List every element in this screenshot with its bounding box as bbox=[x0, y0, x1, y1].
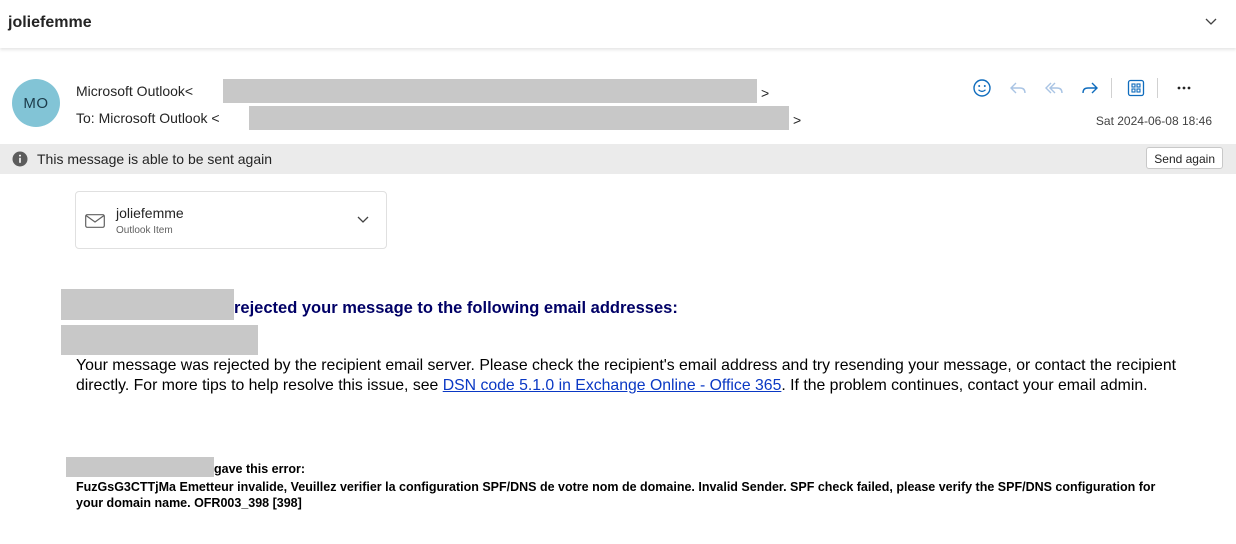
rejection-explanation: Your message was rejected by the recipie… bbox=[76, 356, 1196, 396]
rejection-headline: rejected your message to the following e… bbox=[234, 299, 678, 317]
attachment-card[interactable]: joliefemme Outlook Item bbox=[75, 191, 387, 249]
explanation-text-2: . If the problem continues, contact your… bbox=[781, 377, 1148, 394]
redacted-server-name bbox=[61, 289, 234, 320]
subject-header: joliefemme bbox=[0, 0, 1236, 48]
info-bar: This message is able to be sent again Se… bbox=[0, 144, 1236, 174]
redacted-recipient-address bbox=[249, 106, 789, 130]
toolbar-separator bbox=[1157, 78, 1158, 98]
recipient-name: Microsoft Outlook < bbox=[98, 110, 220, 126]
info-icon bbox=[12, 151, 28, 167]
apps-icon[interactable] bbox=[1124, 76, 1148, 100]
dsn-help-link[interactable]: DSN code 5.1.0 in Exchange Online - Offi… bbox=[443, 377, 782, 394]
to-label: To: bbox=[76, 110, 95, 126]
sender-line[interactable]: Microsoft Outlook< bbox=[76, 83, 193, 99]
sender-close-bracket: > bbox=[761, 85, 770, 101]
redacted-sender-address bbox=[223, 79, 757, 103]
attachment-type: Outlook Item bbox=[116, 225, 173, 236]
reply-all-icon[interactable] bbox=[1042, 76, 1066, 100]
toolbar-separator bbox=[1111, 78, 1112, 98]
more-icon[interactable] bbox=[1172, 76, 1196, 100]
send-again-button[interactable]: Send again bbox=[1146, 147, 1223, 169]
attachment-name: joliefemme bbox=[116, 205, 184, 221]
reply-icon[interactable] bbox=[1006, 76, 1030, 100]
sender-name: Microsoft Outlook< bbox=[76, 83, 194, 99]
message-actions bbox=[966, 76, 1206, 100]
avatar[interactable]: MO bbox=[12, 79, 60, 127]
info-message: This message is able to be sent again bbox=[37, 151, 273, 167]
forward-icon[interactable] bbox=[1078, 76, 1102, 100]
error-title: gave this error: bbox=[214, 462, 306, 476]
redacted-error-server bbox=[66, 457, 214, 477]
emoji-icon[interactable] bbox=[970, 76, 994, 100]
error-details: FuzGsG3CTTjMa Emetteur invalide, Veuille… bbox=[76, 480, 1156, 510]
recipient-close-bracket: > bbox=[793, 112, 802, 128]
chevron-down-icon[interactable] bbox=[1204, 14, 1218, 28]
message-date: Sat 2024-06-08 18:46 bbox=[1095, 114, 1212, 128]
chevron-down-icon[interactable] bbox=[356, 212, 370, 226]
redacted-recipient-list bbox=[61, 325, 258, 355]
mail-icon bbox=[85, 214, 105, 228]
subject-title: joliefemme bbox=[8, 14, 92, 31]
recipient-line[interactable]: To: Microsoft Outlook < bbox=[76, 110, 220, 126]
